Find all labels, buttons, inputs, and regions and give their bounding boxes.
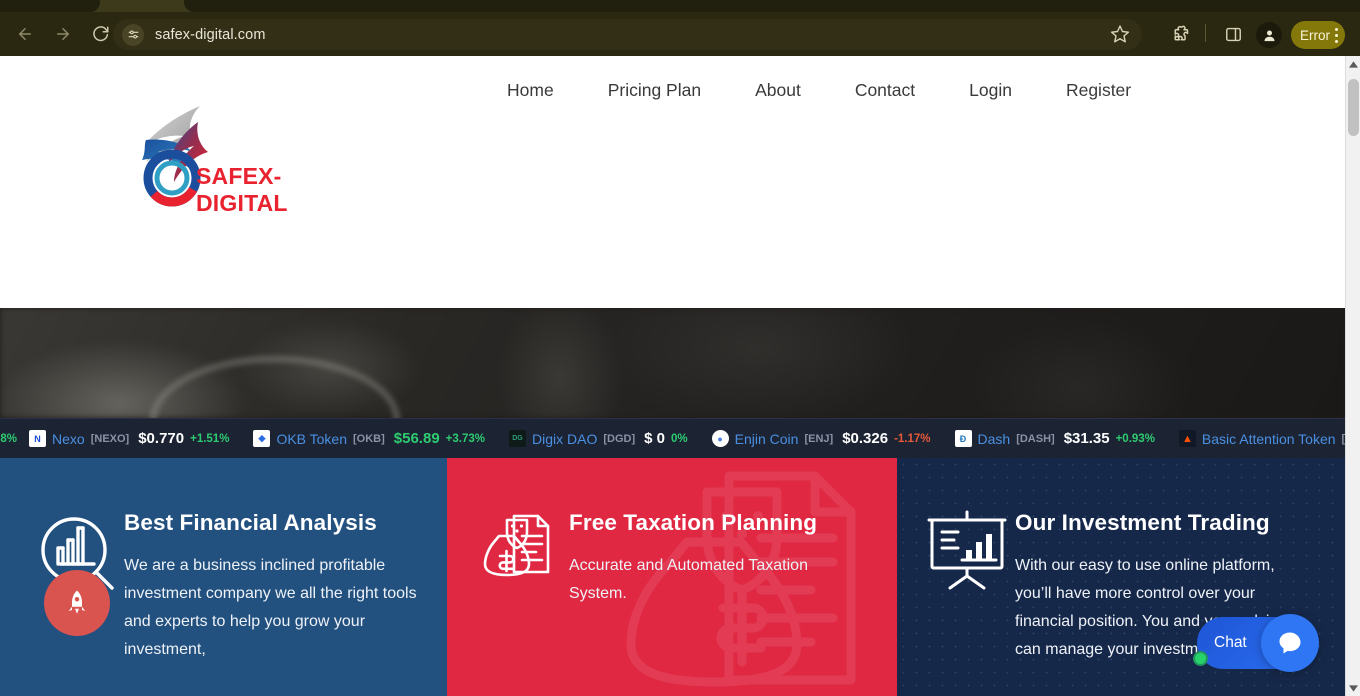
- coin-price: $56.89: [393, 430, 440, 447]
- ticker-item[interactable]: Ɖ Dash [DASH] $31.35 +0.93%: [943, 430, 1167, 447]
- nexo-coin-icon: N: [29, 430, 47, 447]
- logo-wordmark: SAFEX-DIGITAL: [196, 163, 288, 216]
- card-body: Free Taxation Planning Accurate and Auto…: [569, 510, 887, 608]
- chat-online-status-dot: [1193, 651, 1208, 666]
- coin-price: $0.770: [138, 430, 185, 447]
- card-title: Our Investment Trading: [1015, 510, 1270, 535]
- ticker-track: 28% N Nexo [NEXO] $0.770 +1.51% ◆ OKB To…: [0, 430, 1345, 447]
- ticker-item[interactable]: N Nexo [NEXO] $0.770 +1.51%: [17, 430, 241, 447]
- nav-link-login[interactable]: Login: [942, 80, 1039, 101]
- coin-symbol: [DGD]: [603, 432, 636, 445]
- site-header: SAFEX-DIGITAL Home Pricing Plan About Co…: [0, 56, 1345, 308]
- scroll-down-arrow-icon[interactable]: [1346, 680, 1360, 696]
- hero-image-band: [0, 308, 1345, 418]
- ticker-partial-change: 28%: [0, 432, 18, 445]
- coin-name: Basic Attention Token: [1201, 430, 1336, 447]
- coin-change: +3.73%: [445, 432, 485, 445]
- tab-strip[interactable]: [0, 0, 1360, 12]
- nav-link-about[interactable]: About: [728, 80, 828, 101]
- site-logo[interactable]: SAFEX-DIGITAL: [128, 94, 358, 216]
- scrollbar-thumb[interactable]: [1348, 79, 1359, 136]
- profile-avatar[interactable]: [1256, 22, 1282, 48]
- address-bar[interactable]: safex-digital.com: [113, 19, 1142, 50]
- coin-name: Dash: [977, 430, 1011, 447]
- coin-price: $0.326: [842, 430, 889, 447]
- crypto-price-ticker[interactable]: 28% N Nexo [NEXO] $0.770 +1.51% ◆ OKB To…: [0, 418, 1345, 458]
- back-icon[interactable]: [8, 17, 42, 51]
- toolbar-divider: [1205, 24, 1206, 42]
- coin-name: Nexo: [52, 430, 85, 447]
- chrome-menu-icon[interactable]: [1335, 27, 1338, 43]
- card-title: Best Financial Analysis: [124, 510, 377, 535]
- site-info-icon[interactable]: [122, 23, 144, 46]
- coin-change: +0.93%: [1115, 432, 1155, 445]
- feature-cards-section: Best Financial Analysis We are a busines…: [0, 458, 1345, 696]
- coin-name: OKB Token: [276, 430, 347, 447]
- browser-tab-active[interactable]: [184, 0, 1360, 12]
- page-scrollbar[interactable]: [1345, 56, 1360, 696]
- chat-label: Chat: [1214, 634, 1247, 651]
- coin-symbol: [NEXO]: [90, 432, 130, 445]
- coin-price: $31.35: [1063, 430, 1110, 447]
- coin-change: +1.51%: [190, 432, 230, 445]
- chat-widget[interactable]: Chat: [1193, 614, 1319, 672]
- okb-coin-icon: ◆: [253, 430, 271, 447]
- error-status-chip[interactable]: Error: [1291, 21, 1345, 49]
- side-panel-icon[interactable]: [1219, 20, 1247, 48]
- coin-change: -1.17%: [894, 432, 931, 445]
- coin-price: $ 0: [644, 430, 665, 447]
- coin-symbol: [OKB]: [353, 432, 385, 445]
- enjin-coin-icon: ●: [711, 430, 729, 447]
- bookmark-star-icon[interactable]: [1110, 24, 1130, 49]
- rocket-badge: [44, 570, 110, 636]
- browser-tab[interactable]: [0, 0, 100, 12]
- nav-link-register[interactable]: Register: [1039, 80, 1158, 101]
- nav-link-contact[interactable]: Contact: [828, 80, 942, 101]
- coin-change: 0%: [671, 432, 688, 445]
- presentation-chart-icon: [919, 510, 1015, 590]
- feature-card-taxation-planning[interactable]: Free Taxation Planning Accurate and Auto…: [447, 458, 897, 696]
- coin-symbol: [ENJ]: [804, 432, 834, 445]
- card-title: Free Taxation Planning: [569, 510, 818, 535]
- chat-bubble-icon[interactable]: [1261, 614, 1319, 672]
- ticker-item[interactable]: ● Enjin Coin [ENJ] $0.326 -1.17%: [700, 430, 943, 447]
- ticker-item[interactable]: ◆ OKB Token [OKB] $56.89 +3.73%: [241, 430, 497, 447]
- card-text: We are a business inclined profitable in…: [124, 557, 417, 658]
- feature-card-financial-analysis[interactable]: Best Financial Analysis We are a busines…: [0, 458, 447, 696]
- dash-coin-icon: Ɖ: [954, 430, 972, 447]
- nav-link-home[interactable]: Home: [480, 80, 581, 101]
- digix-dao-coin-icon: DG: [509, 430, 526, 447]
- card-text: Accurate and Automated Taxation System.: [569, 557, 808, 602]
- coin-symbol: [DASH]: [1016, 432, 1055, 445]
- nav-link-pricing-plan[interactable]: Pricing Plan: [581, 80, 728, 101]
- basic-attention-token-coin-icon: ▲: [1178, 430, 1196, 447]
- url-text: safex-digital.com: [155, 26, 266, 43]
- ticker-item[interactable]: DG Digix DAO [DGD] $ 0 0%: [497, 430, 700, 447]
- browser-chrome: safex-digital.com Error: [0, 0, 1360, 56]
- scroll-up-arrow-icon[interactable]: [1346, 56, 1360, 72]
- main-navigation: Home Pricing Plan About Contact Login Re…: [480, 80, 1158, 101]
- card-body: Best Financial Analysis We are a busines…: [124, 510, 442, 664]
- extensions-icon[interactable]: [1166, 20, 1194, 48]
- forward-icon[interactable]: [46, 17, 80, 51]
- coin-name: Digix DAO: [532, 430, 598, 447]
- error-chip-label: Error: [1300, 27, 1330, 43]
- ticker-item[interactable]: ▲ Basic Attention Token [BAT] $0.249: [1167, 430, 1345, 447]
- money-bag-document-icon: [473, 510, 569, 588]
- page-viewport: SAFEX-DIGITAL Home Pricing Plan About Co…: [0, 56, 1345, 696]
- coin-name: Enjin Coin: [734, 430, 799, 447]
